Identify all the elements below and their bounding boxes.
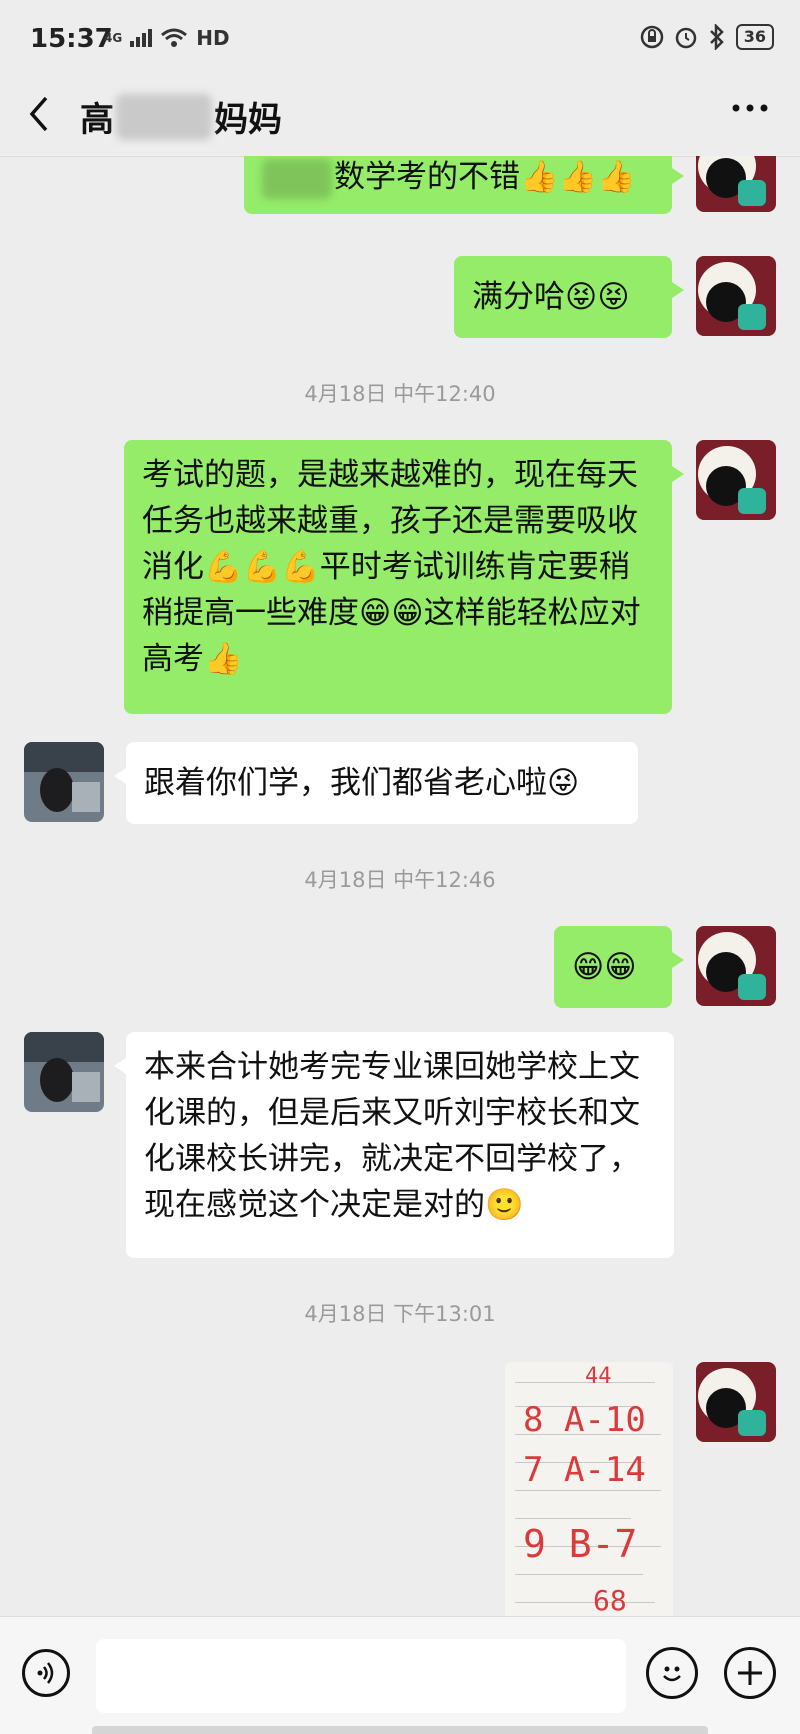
- message-text: 满分哈😝😝: [472, 279, 630, 315]
- message-bubble[interactable]: 本来合计她考完专业课回她学校上文化课的，但是后来又听刘宇校长和文化课校长讲完，就…: [114, 1032, 674, 1258]
- battery-indicator: 36: [735, 24, 774, 50]
- message-input[interactable]: [96, 1639, 626, 1713]
- contact-avatar[interactable]: [24, 1032, 104, 1112]
- message-text: 跟着你们学，我们都省老心啦😜: [144, 765, 580, 801]
- voice-button[interactable]: [22, 1649, 70, 1697]
- bluetooth-icon: [709, 24, 724, 50]
- chat-header: 高 妈妈: [0, 80, 800, 157]
- more-icon: [732, 104, 768, 112]
- chat-title: 高 妈妈: [80, 92, 282, 141]
- message-bubble[interactable]: 跟着你们学，我们都省老心啦😜: [114, 742, 638, 824]
- signal-icon: [130, 29, 153, 47]
- timestamp: 4月18日 下午13:01: [304, 1302, 496, 1326]
- emoji-button[interactable]: [646, 1647, 698, 1699]
- my-avatar[interactable]: [696, 1362, 776, 1442]
- handwriting-score: 44: [585, 1364, 612, 1389]
- timestamp: 4月18日 中午12:40: [304, 382, 496, 406]
- message-text: 本来合计她考完专业课回她学校上文化课的，但是后来又听刘宇校长和文化课校长讲完，就…: [144, 1049, 640, 1223]
- message-text: 数学考的不错👍👍👍: [334, 159, 636, 195]
- plus-button[interactable]: [724, 1647, 776, 1699]
- message-bubble[interactable]: 满分哈😝😝: [454, 256, 684, 338]
- plus-icon: [738, 1661, 762, 1685]
- blurred-name: [262, 158, 332, 199]
- message-text: 考试的题，是越来越难的，现在每天任务也越来越重，孩子还是需要吸收消化💪💪💪平时考…: [142, 457, 641, 677]
- back-button[interactable]: [24, 94, 60, 138]
- timestamp: 4月18日 中午12:46: [304, 868, 496, 892]
- my-avatar[interactable]: [696, 926, 776, 1006]
- status-time: 15:37: [30, 24, 113, 54]
- blurred-name: [116, 93, 212, 140]
- network-type: 4G: [104, 31, 123, 45]
- chevron-left-icon: [29, 96, 48, 132]
- message-bubble[interactable]: 😁😁: [554, 926, 684, 1008]
- message-text: 😁😁: [572, 949, 637, 985]
- image-message[interactable]: 44 8 A-10 7 A-14 9 B-7 68: [505, 1362, 673, 1616]
- handwriting-total: 68: [593, 1584, 627, 1616]
- my-avatar[interactable]: [696, 256, 776, 336]
- input-bar: [0, 1616, 800, 1734]
- contact-avatar[interactable]: [24, 742, 104, 822]
- my-avatar[interactable]: [696, 156, 776, 212]
- handwriting-line: 7 A-14: [523, 1450, 646, 1490]
- voice-icon: [37, 1662, 54, 1684]
- status-right-icons: 36: [640, 24, 774, 50]
- lock-rotation-icon: [640, 25, 663, 49]
- status-bar: 15:37 4G HD 36: [0, 0, 800, 80]
- emoji-icon: [663, 1666, 681, 1682]
- chat-title-prefix: 高: [80, 100, 114, 140]
- message-bubble[interactable]: 考试的题，是越来越难的，现在每天任务也越来越重，孩子还是需要吸收消化💪💪💪平时考…: [124, 440, 684, 714]
- chat-title-suffix: 妈妈: [214, 100, 282, 140]
- handwriting-line: 8 A-10: [523, 1400, 646, 1440]
- alarm-icon: [675, 27, 696, 49]
- status-left-icons: 4G HD: [104, 26, 230, 50]
- my-avatar[interactable]: [696, 440, 776, 520]
- message-bubble[interactable]: 数学考的不错👍👍👍: [244, 156, 684, 214]
- wifi-icon: [161, 28, 188, 47]
- hd-icon: HD: [196, 26, 230, 50]
- chat-area[interactable]: 数学考的不错👍👍👍 满分哈😝😝 4月18日 中午12:40 考试的题，是越来越难…: [0, 156, 800, 1616]
- more-button[interactable]: [730, 88, 770, 137]
- handwriting-line: 9 B-7: [523, 1522, 638, 1566]
